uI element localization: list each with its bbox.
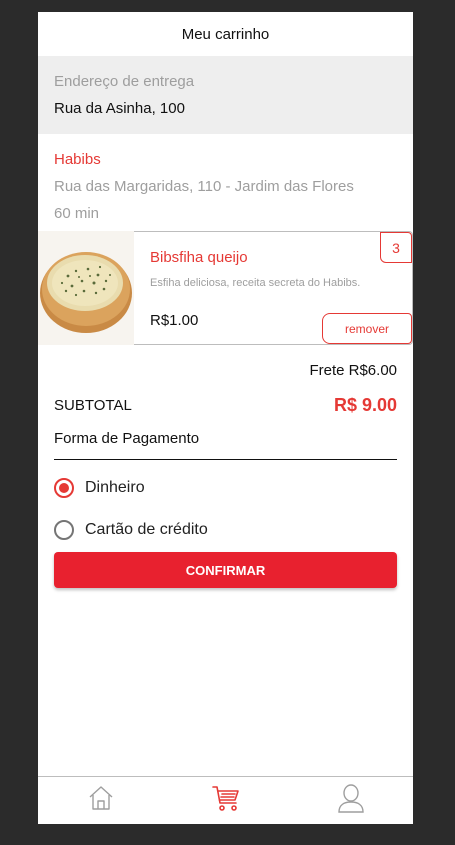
payment-method-title: Forma de Pagamento	[54, 430, 397, 460]
confirm-button[interactable]: CONFIRMAR	[54, 552, 397, 588]
remove-button[interactable]: remover	[322, 313, 412, 344]
item-quantity-badge[interactable]: 3	[380, 232, 412, 263]
page-title: Meu carrinho	[181, 25, 270, 43]
delivery-address-label: Endereço de entrega	[54, 73, 195, 90]
delivery-address-section[interactable]: Endereço de entrega Rua da Asinha, 100	[38, 56, 413, 134]
payment-option-credit-card[interactable]: Cartão de crédito	[54, 520, 208, 540]
restaurant-address: Rua das Margaridas, 110 - Jardim das Flo…	[54, 178, 354, 195]
payment-option-label: Cartão de crédito	[85, 521, 208, 538]
payment-option-label: Dinheiro	[85, 479, 145, 496]
app-screen: Meu carrinho Endereço de entrega Rua da …	[38, 12, 413, 824]
subtotal-label: SUBTOTAL	[54, 397, 132, 414]
product-image	[38, 231, 134, 345]
nav-home[interactable]	[38, 777, 163, 824]
user-icon	[337, 783, 365, 818]
bottom-navigation	[38, 776, 413, 824]
cart-item: Bibsfiha queijo Esfiha deliciosa, receit…	[38, 231, 413, 345]
radio-checked-icon[interactable]	[54, 478, 74, 498]
subtotal-value: R$ 9.00	[333, 395, 397, 415]
cart-icon	[211, 784, 241, 817]
subtotal-row: SUBTOTAL R$ 9.00	[54, 395, 397, 416]
payment-option-cash[interactable]: Dinheiro	[54, 478, 145, 498]
home-icon	[87, 784, 115, 817]
restaurant-info: Habibs Rua das Margaridas, 110 - Jardim …	[38, 134, 413, 224]
restaurant-name: Habibs	[54, 151, 101, 168]
nav-profile[interactable]	[288, 777, 413, 824]
item-description: Esfiha deliciosa, receita secreta do Hab…	[150, 277, 361, 289]
nav-cart[interactable]	[163, 777, 288, 824]
delivery-time: 60 min	[54, 205, 100, 222]
shipping-fee: Frete R$6.00	[309, 362, 397, 379]
delivery-address-value: Rua da Asinha, 100	[54, 100, 185, 117]
item-price: R$1.00	[150, 312, 199, 329]
cart-item-card: Bibsfiha queijo Esfiha deliciosa, receit…	[134, 231, 413, 345]
radio-unchecked-icon[interactable]	[54, 520, 74, 540]
item-name: Bibsfiha queijo	[150, 249, 248, 266]
